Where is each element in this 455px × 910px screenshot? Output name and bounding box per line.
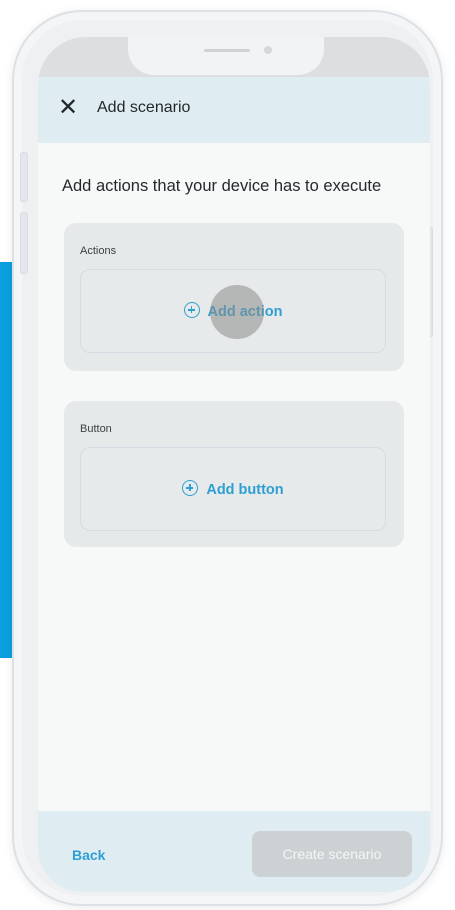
close-icon[interactable]: ✕ bbox=[56, 96, 80, 120]
volume-up-button bbox=[20, 152, 28, 202]
actions-label: Actions bbox=[80, 245, 117, 257]
app-header: ✕ Add scenario bbox=[38, 77, 430, 143]
button-card: Button Add button bbox=[64, 401, 404, 547]
button-label: Button bbox=[80, 423, 112, 435]
plus-circle-icon bbox=[183, 302, 200, 318]
create-scenario-button[interactable]: Create scenario bbox=[252, 831, 412, 877]
section-heading: Add actions that your device has to exec… bbox=[62, 177, 382, 195]
add-button-label: Add button bbox=[206, 482, 284, 498]
front-camera bbox=[264, 46, 272, 54]
plus-circle-icon bbox=[182, 480, 199, 496]
touch-indicator bbox=[210, 285, 264, 339]
footer-bar: Back Create scenario bbox=[38, 811, 430, 892]
add-button-box[interactable]: Add button bbox=[80, 447, 386, 531]
speaker-grille bbox=[204, 49, 250, 52]
add-button-button[interactable]: Add button bbox=[81, 480, 385, 498]
volume-down-button bbox=[20, 212, 28, 274]
back-button[interactable]: Back bbox=[72, 847, 105, 863]
page-title: Add scenario bbox=[97, 99, 191, 116]
notch bbox=[128, 37, 324, 75]
status-bar bbox=[38, 37, 430, 77]
phone-screen: ✕ Add scenario Add actions that your dev… bbox=[38, 37, 430, 892]
